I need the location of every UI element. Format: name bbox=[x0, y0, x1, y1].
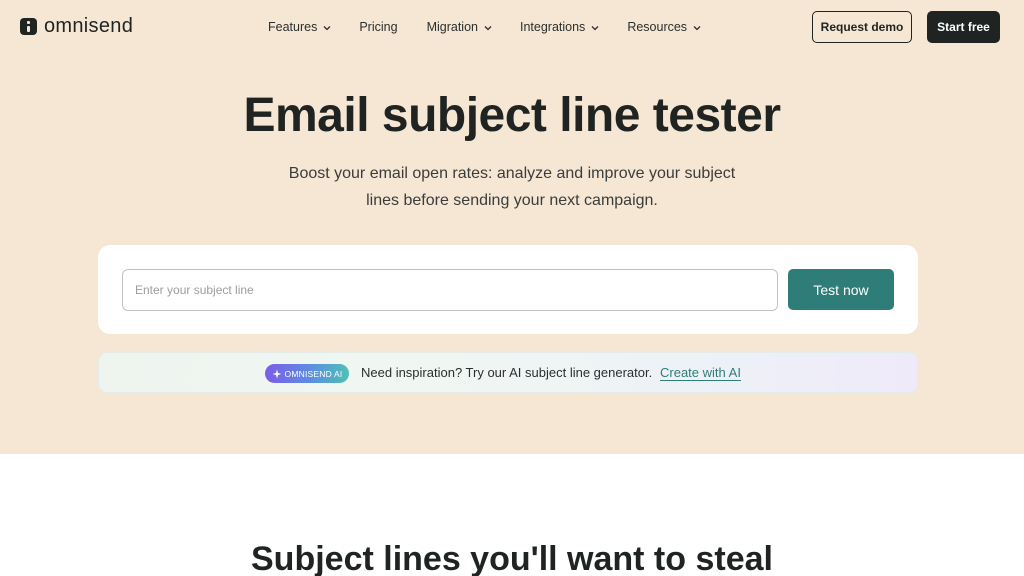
ai-promo-text: Need inspiration? Try our AI subject lin… bbox=[361, 365, 653, 380]
subject-tester-card: Test now bbox=[98, 245, 918, 334]
subject-line-input[interactable] bbox=[122, 269, 778, 311]
nav-item-migration[interactable]: Migration bbox=[426, 20, 492, 34]
nav-item-pricing[interactable]: Pricing bbox=[359, 20, 397, 34]
sparkle-icon bbox=[272, 369, 282, 379]
nav-item-features[interactable]: Features bbox=[268, 20, 331, 34]
chevron-down-icon bbox=[323, 24, 331, 31]
logo-text: omnisend bbox=[44, 14, 134, 37]
subtitle-line: lines before sending your next campaign. bbox=[366, 192, 658, 209]
main-nav: Features Pricing Migration Integrations … bbox=[268, 17, 701, 37]
omnisend-logo-icon bbox=[20, 17, 37, 35]
test-now-button[interactable]: Test now bbox=[788, 269, 894, 310]
chevron-down-icon bbox=[484, 24, 492, 31]
page-subtitle: Boost your email open rates: analyze and… bbox=[262, 160, 762, 214]
nav-item-label: Pricing bbox=[359, 20, 398, 34]
nav-item-label: Resources bbox=[627, 20, 688, 34]
subtitle-line: Boost your email open rates: analyze and… bbox=[288, 165, 736, 182]
request-demo-button[interactable]: Request demo bbox=[812, 11, 912, 43]
logo-link[interactable]: omnisend bbox=[20, 15, 133, 37]
site-header: omnisend Features Pricing Migration Inte… bbox=[0, 0, 1024, 54]
page-title: Email subject line tester bbox=[243, 89, 781, 142]
nav-item-label: Features bbox=[268, 20, 318, 34]
chevron-down-icon bbox=[693, 24, 701, 31]
section-title: Subject lines you'll want to steal bbox=[251, 540, 773, 576]
badge-label: OMNISEND AI bbox=[284, 368, 343, 379]
omnisend-ai-badge: OMNISEND AI bbox=[265, 364, 349, 383]
nav-item-label: Integrations bbox=[519, 20, 586, 34]
chevron-down-icon bbox=[591, 24, 599, 31]
nav-item-resources[interactable]: Resources bbox=[627, 20, 701, 34]
ai-promo-bar: OMNISEND AI Need inspiration? Try our AI… bbox=[98, 352, 918, 393]
create-with-ai-link[interactable]: Create with AI bbox=[660, 365, 741, 381]
nav-item-integrations[interactable]: Integrations bbox=[519, 20, 599, 34]
nav-item-label: Migration bbox=[426, 20, 478, 34]
start-free-button[interactable]: Start free bbox=[927, 11, 1000, 43]
